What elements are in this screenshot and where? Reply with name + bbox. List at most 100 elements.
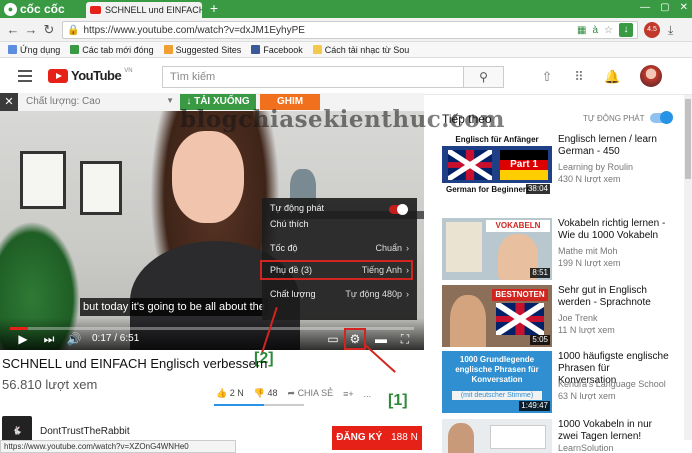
channel-name: Learning by Roulin bbox=[558, 162, 634, 172]
logo-text: YouTube bbox=[71, 68, 122, 83]
page: ● cốc cốc SCHNELL und EINFACH En ✕ + — ▢… bbox=[0, 0, 692, 453]
autoplay-switch[interactable] bbox=[650, 111, 673, 124]
play-icon[interactable]: ▶ bbox=[16, 332, 30, 346]
share-button[interactable]: ➦ CHIA SẺ bbox=[288, 388, 334, 399]
presenter-image bbox=[448, 423, 474, 453]
uk-flag-icon bbox=[448, 150, 492, 180]
maximize-icon[interactable]: ▢ bbox=[660, 2, 669, 13]
bookmark-soundcloud[interactable]: Cách tải nhạc từ Sou bbox=[312, 44, 410, 55]
search-button[interactable]: ⚲ bbox=[464, 66, 504, 88]
subtitle-caption: but today it's going to be all about the bbox=[80, 298, 268, 316]
status-bar-url: https://www.youtube.com/watch?v=XZOnG4WN… bbox=[0, 440, 236, 453]
video-title[interactable]: 1000 Vokabeln in nur zwei Tagen lernen! bbox=[558, 419, 670, 443]
theater-mode-icon[interactable]: ▬ bbox=[374, 332, 388, 346]
bookmark-suggested-sites[interactable]: Suggested Sites bbox=[163, 45, 241, 55]
recent-tabs-icon bbox=[70, 45, 80, 54]
recommended-video[interactable]: 1000 Grundlegende englische Phrasen für … bbox=[442, 351, 678, 417]
thumbnail-caption: VOKABELN bbox=[486, 220, 550, 232]
recommended-video[interactable]: Englisch für Anfänger Part 1 German for … bbox=[442, 134, 678, 200]
video-title[interactable]: Sehr gut in Englisch werden - Sprachnote bbox=[558, 285, 670, 309]
chevron-down-icon: ▼ bbox=[166, 96, 174, 105]
like-count: 2 N bbox=[229, 388, 244, 398]
forward-icon[interactable]: → bbox=[24, 22, 38, 38]
next-icon[interactable]: ⏭ bbox=[42, 332, 56, 346]
window-controls: — ▢ ✕ bbox=[640, 2, 688, 13]
browser-tab-bar: ● cốc cốc SCHNELL und EINFACH En ✕ + — ▢… bbox=[0, 0, 692, 18]
settings-autoplay[interactable]: Tự động phát bbox=[262, 200, 417, 216]
thumbnail-caption: (mit deutscher Stimme) bbox=[452, 391, 542, 400]
downloads-icon[interactable]: ⤓ bbox=[668, 23, 673, 38]
video-thumbnail[interactable]: BESTNOTEN 5:05 bbox=[442, 285, 552, 347]
translate-icon[interactable]: à bbox=[592, 25, 598, 36]
settings-speed[interactable]: Tốc độ Chuẩn › bbox=[262, 240, 417, 256]
view-count: 63 N lượt xem bbox=[558, 391, 616, 401]
share-label: CHIA SẺ bbox=[297, 388, 334, 398]
settings-annotations[interactable]: Chú thích bbox=[262, 216, 417, 232]
bookmark-apps[interactable]: Ứng dụng bbox=[8, 45, 60, 55]
notifications-bell-icon[interactable]: 🔔 bbox=[604, 70, 620, 84]
recommended-video[interactable]: BESTNOTEN 5:05 Sehr gut in Englisch werd… bbox=[442, 285, 678, 351]
video-thumbnail[interactable]: Englisch für Anfänger Part 1 German for … bbox=[442, 134, 552, 196]
subscribe-button[interactable]: ĐĂNG KÝ 188 N bbox=[332, 426, 422, 450]
channel-name[interactable]: DontTrustTheRabbit bbox=[40, 426, 130, 437]
wall-picture-left bbox=[20, 151, 66, 209]
star-icon[interactable]: ☆ bbox=[604, 25, 613, 36]
add-to-playlist-icon[interactable]: ≡+ bbox=[343, 389, 354, 399]
recommended-video[interactable]: VOKABELN 8:51 Vokabeln richtig lernen - … bbox=[442, 218, 678, 284]
video-title[interactable]: Vokabeln richtig lernen - Wie du 1000 Vo… bbox=[558, 218, 670, 242]
bookmark-recent-tabs[interactable]: Các tab mới đóng bbox=[70, 45, 154, 55]
more-actions-button[interactable]: ... bbox=[364, 389, 372, 399]
autoplay-toggle[interactable] bbox=[389, 204, 408, 215]
like-ratio-fill bbox=[214, 404, 264, 406]
video-player[interactable]: but today it's going to be all about the… bbox=[0, 111, 424, 350]
german-flag-icon: Part 1 bbox=[500, 150, 548, 180]
subscriber-count: 188 N bbox=[391, 432, 418, 443]
dislike-button[interactable]: 👎 48 bbox=[254, 388, 278, 399]
page-icon bbox=[312, 45, 322, 54]
close-download-bar-icon[interactable]: ✕ bbox=[0, 93, 18, 111]
scrollbar-thumb[interactable] bbox=[685, 99, 691, 179]
hamburger-menu-icon[interactable] bbox=[18, 70, 32, 82]
new-tab-button[interactable]: + bbox=[206, 1, 222, 17]
settings-label: Tốc độ bbox=[270, 243, 298, 253]
close-window-icon[interactable]: ✕ bbox=[680, 2, 688, 13]
apps-grid-icon[interactable]: ⠿ bbox=[572, 70, 586, 84]
avatar[interactable] bbox=[640, 65, 662, 87]
subscribe-label: ĐĂNG KÝ bbox=[336, 432, 383, 443]
video-thumbnail[interactable]: 1000 Grundlegende englische Phrasen für … bbox=[442, 351, 552, 413]
player-controls: ▶ ⏭ 🔊 0:17 / 6:51 ▭ ⚙ ▬ ⛶ bbox=[0, 318, 424, 350]
coccoc-logo[interactable]: ● cốc cốc bbox=[4, 2, 65, 16]
upload-icon[interactable]: ⇧ bbox=[540, 70, 554, 84]
video-thumbnail[interactable]: VOKABELN 8:51 bbox=[442, 218, 552, 280]
brand-label: cốc cốc bbox=[20, 2, 65, 16]
fullscreen-icon[interactable]: ⛶ bbox=[398, 332, 412, 346]
logo-region: VN bbox=[124, 68, 133, 74]
page-scrollbar[interactable] bbox=[684, 95, 692, 440]
youtube-logo[interactable]: YouTube VN bbox=[48, 68, 133, 83]
like-button[interactable]: 👍 2 N bbox=[216, 388, 244, 399]
chevron-right-icon: › bbox=[406, 243, 409, 253]
reload-icon[interactable]: ↻ bbox=[42, 22, 56, 38]
settings-quality[interactable]: Chất lượng Tự động 480p › bbox=[262, 286, 417, 302]
extension-badge[interactable]: 4.5 bbox=[644, 22, 660, 38]
video-thumbnail[interactable] bbox=[442, 419, 552, 453]
video-duration: 1:49:47 bbox=[519, 401, 550, 411]
coccoc-icon: ● bbox=[4, 2, 17, 16]
back-icon[interactable]: ← bbox=[6, 22, 20, 38]
thumbnail-caption: Englisch für Anfänger bbox=[442, 134, 552, 146]
download-arrow-icon[interactable]: ↓ bbox=[619, 23, 633, 37]
captions-icon[interactable]: ▭ bbox=[326, 332, 340, 346]
minimize-icon[interactable]: — bbox=[640, 2, 650, 13]
search-input[interactable]: Tìm kiếm bbox=[162, 66, 464, 88]
video-title[interactable]: Englisch lernen / learn German - 450 bbox=[558, 134, 670, 158]
view-count: 56.810 lượt xem bbox=[2, 377, 98, 392]
grid-icon[interactable]: ▦ bbox=[577, 25, 586, 36]
recommended-video[interactable]: 1000 Vokabeln in nur zwei Tagen lernen! … bbox=[442, 419, 678, 453]
volume-icon[interactable]: 🔊 bbox=[66, 332, 82, 346]
bookmark-label: Cách tải nhạc từ Sou bbox=[324, 44, 410, 55]
address-bar[interactable]: 🔒 https://www.youtube.com/watch?v=dxJM1E… bbox=[62, 21, 638, 39]
wall-picture-right bbox=[80, 161, 122, 215]
bookmark-facebook[interactable]: Facebook bbox=[251, 45, 303, 55]
quality-select[interactable]: Chất lượng: Cao ▼ bbox=[26, 96, 174, 109]
browser-tab[interactable]: SCHNELL und EINFACH En ✕ bbox=[86, 2, 202, 18]
